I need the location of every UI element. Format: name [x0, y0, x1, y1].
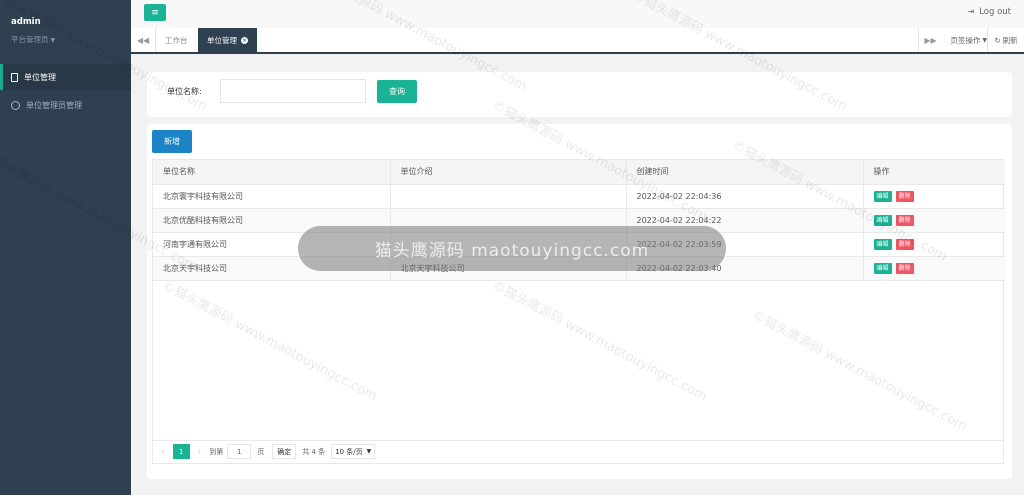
- cell-actions: 编辑 删除: [863, 184, 1005, 209]
- column-header-name[interactable]: 单位名称: [153, 160, 391, 185]
- sidebar: admin 平台管理员 ▼ 单位管理 单位管理员管理: [0, 0, 131, 495]
- double-chevron-left-icon: ◀◀: [136, 35, 150, 45]
- double-chevron-right-icon: ▶▶: [924, 35, 937, 45]
- edit-button[interactable]: 编辑: [873, 190, 892, 202]
- cell-unit-intro: [390, 184, 627, 209]
- search-button[interactable]: 查询: [377, 80, 417, 103]
- pagination: ‹ 1 › 到第 1 页 确定 共 4 条 10 条/页 ▼: [152, 440, 1004, 464]
- prev-page-icon[interactable]: ‹: [161, 447, 165, 457]
- table-header-row: 单位名称 单位介绍 创建时间 操作: [153, 160, 1005, 185]
- goto-page-input[interactable]: 1: [227, 444, 252, 459]
- tab-operations-dropdown[interactable]: 页签操作 ▼: [950, 28, 987, 52]
- delete-button[interactable]: 删除: [895, 262, 914, 274]
- table-row: 北京寰宇科技有限公司 2022-04-02 22:04:36 编辑 删除: [153, 184, 1005, 209]
- cell-created-time: 2022-04-02 22:04:36: [626, 184, 864, 209]
- user-name: admin: [11, 17, 41, 27]
- delete-button[interactable]: 删除: [895, 238, 914, 250]
- total-count: 共 4 条: [302, 447, 326, 456]
- refresh-label: 刷新: [1002, 35, 1018, 45]
- table-row: 河南宇通有限公司 2022-04-02 22:03:59 编辑 删除: [153, 232, 1005, 257]
- refresh-icon: ↻: [994, 35, 1001, 45]
- sidebar-item-label: 单位管理员管理: [26, 100, 82, 110]
- tabs-scroll-left-button[interactable]: ◀◀: [131, 28, 156, 52]
- sidebar-item-label: 单位管理: [24, 72, 56, 82]
- edit-button[interactable]: 编辑: [873, 214, 892, 226]
- cell-unit-intro: [390, 208, 627, 233]
- cell-created-time: 2022-04-02 22:04:22: [626, 208, 864, 233]
- page-button-current[interactable]: 1: [172, 444, 190, 459]
- sign-out-icon: ⇥: [967, 7, 975, 16]
- cell-unit-name: 北京优酷科技有限公司: [153, 208, 391, 233]
- refresh-button[interactable]: ↻ 刷新: [987, 28, 1024, 52]
- edit-button[interactable]: 编辑: [873, 262, 892, 274]
- unit-name-label: 单位名称:: [167, 87, 202, 96]
- tab-operations-label: 页签操作: [950, 35, 981, 45]
- add-button[interactable]: 新增: [152, 130, 192, 153]
- tab-workbench[interactable]: 工作台: [156, 28, 197, 52]
- sidebar-item-unit-admin-management[interactable]: 单位管理员管理: [0, 92, 131, 118]
- page-size-value: 10 条/页: [335, 447, 363, 456]
- data-table: 单位名称 单位介绍 创建时间 操作 北京寰宇科技有限公司 2022-04-02 …: [152, 159, 1005, 441]
- tab-unit-management[interactable]: 单位管理 ×: [198, 28, 257, 52]
- delete-button[interactable]: 删除: [895, 190, 914, 202]
- column-header-created[interactable]: 创建时间: [626, 160, 864, 185]
- table-row: 北京天宇科技公司 北京天宇科技公司 2022-04-02 22:03:40 编辑…: [153, 256, 1005, 281]
- page-size-select[interactable]: 10 条/页 ▼: [331, 444, 376, 459]
- page-tabs-bar: ◀◀ 工作台 单位管理 × ▶▶ 页签操作 ▼ ↻ 刷新: [131, 28, 1024, 54]
- close-tab-icon[interactable]: ×: [241, 36, 248, 44]
- logout-label: Log out: [979, 7, 1011, 17]
- caret-down-icon: ▼: [50, 37, 56, 44]
- cell-unit-name: 河南宇通有限公司: [153, 232, 391, 257]
- table-panel: 新增 单位名称 单位介绍 创建时间 操作 北京寰宇科技有限公司 2022-04-…: [147, 124, 1012, 479]
- search-panel: 单位名称: 查询: [147, 72, 1012, 117]
- top-bar: ≡ ⇥ Log out: [131, 0, 1024, 28]
- cell-actions: 编辑 删除: [863, 232, 1005, 257]
- user-role-dropdown[interactable]: 平台管理员 ▼: [11, 34, 55, 45]
- cell-unit-intro: 北京天宇科技公司: [390, 256, 627, 281]
- goto-prefix: 到第: [209, 447, 224, 456]
- goto-confirm-button[interactable]: 确定: [272, 444, 297, 459]
- cell-actions: 编辑 删除: [863, 256, 1005, 281]
- delete-button[interactable]: 删除: [895, 214, 914, 226]
- user-role-label: 平台管理员: [11, 35, 49, 44]
- sidebar-item-unit-management[interactable]: 单位管理: [0, 64, 131, 90]
- chevron-down-icon: ▼: [366, 448, 372, 455]
- next-page-icon[interactable]: ›: [198, 447, 202, 457]
- cell-created-time: 2022-04-02 22:03:59: [626, 232, 864, 257]
- tabs-scroll-right-button[interactable]: ▶▶: [918, 28, 942, 52]
- document-icon: [11, 72, 18, 82]
- goto-suffix: 页: [257, 447, 265, 456]
- edit-button[interactable]: 编辑: [873, 238, 892, 250]
- logout-link[interactable]: ⇥ Log out: [967, 7, 1011, 17]
- menu-toggle-button[interactable]: ≡: [144, 4, 166, 21]
- cell-unit-intro: [390, 232, 627, 257]
- tab-label: 单位管理: [207, 35, 237, 45]
- cell-unit-name: 北京寰宇科技有限公司: [153, 184, 391, 209]
- hamburger-icon: ≡: [151, 7, 159, 18]
- column-header-actions: 操作: [863, 160, 1005, 185]
- cell-created-time: 2022-04-02 22:03:40: [626, 256, 864, 281]
- user-circle-icon: [11, 100, 20, 110]
- tab-label: 工作台: [165, 35, 188, 45]
- table-row: 北京优酷科技有限公司 2022-04-02 22:04:22 编辑 删除: [153, 208, 1005, 233]
- unit-name-input[interactable]: [220, 79, 366, 103]
- cell-actions: 编辑 删除: [863, 208, 1005, 233]
- column-header-intro[interactable]: 单位介绍: [390, 160, 627, 185]
- cell-unit-name: 北京天宇科技公司: [153, 256, 391, 281]
